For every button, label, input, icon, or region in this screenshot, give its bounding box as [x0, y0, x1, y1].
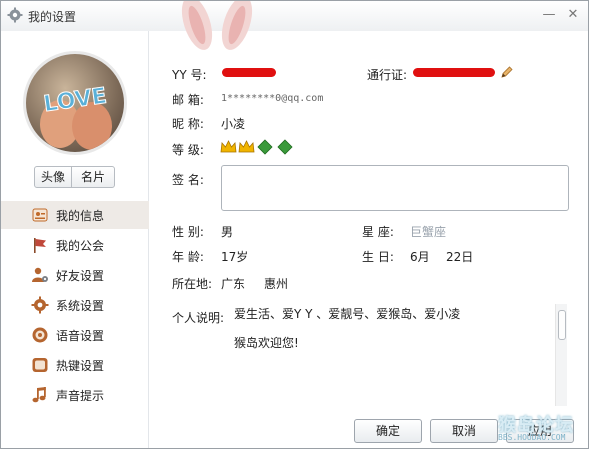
ok-button[interactable]: 确定 [354, 419, 422, 443]
gear-icon [7, 7, 23, 23]
birthday-day[interactable]: 22日 [446, 248, 473, 265]
gear-icon [31, 296, 49, 314]
id-card-icon [32, 208, 48, 222]
music-note-icon [32, 387, 46, 403]
constellation-value: 巨蟹座 [410, 225, 447, 239]
about-textarea[interactable]: 爱生活、爱Y Y 、爱靓号、爱猴岛、爱小凌 猴岛欢迎您! [230, 301, 555, 407]
location-label: 所在地: [172, 277, 213, 291]
sidebar-item-label: 好友设置 [56, 269, 105, 283]
sidebar-item-friend-settings[interactable]: 好友设置 [1, 261, 149, 289]
constellation-label: 星 座: [362, 225, 394, 239]
sidebar-item-voice-settings[interactable]: 语音设置 [1, 321, 149, 349]
gender-value[interactable]: 男 [221, 223, 233, 240]
title-bar: 我的设置 — ✕ [1, 1, 588, 50]
email-value: 1********0@qq.com [221, 93, 324, 104]
sidebar-item-sound-alerts[interactable]: 声音提示 [1, 381, 149, 409]
birthday-month[interactable]: 6月 [410, 248, 430, 265]
sidebar-item-hotkey-settings[interactable]: 热键设置 [1, 351, 149, 379]
nickname-label: 昵 称: [172, 117, 204, 131]
birthday-label: 生 日: [362, 250, 394, 264]
hotkey-icon [32, 358, 48, 372]
speaker-icon [32, 327, 48, 343]
scrollbar-thumb[interactable] [558, 310, 566, 340]
gender-label: 性 别: [172, 225, 204, 239]
sidebar-item-my-info[interactable]: 我的信息 [1, 201, 149, 229]
crown-icon [238, 140, 255, 153]
cancel-button[interactable]: 取消 [430, 419, 498, 443]
avatar[interactable]: LOVE [23, 51, 127, 155]
edit-pencil-icon[interactable] [500, 65, 514, 79]
email-label: 邮 箱: [172, 93, 204, 107]
settings-window: 我的设置 — ✕ LOVE 头像 名片 我的信息 我的公会 好友设置 系统设置 … [0, 0, 589, 449]
profile-panel: YY 号: 通行证: 邮 箱: 1********0@qq.com 昵 称: 小… [150, 31, 588, 448]
business-card-button[interactable]: 名片 [71, 166, 115, 188]
leaf-icon [277, 139, 293, 155]
sidebar-item-label: 声音提示 [56, 389, 105, 403]
age-label: 年 龄: [172, 250, 204, 264]
watermark-url: BBS.HOUDAO.COM [498, 433, 566, 442]
level-badges [220, 139, 293, 155]
leaf-icon [257, 139, 273, 155]
location-province[interactable]: 广东 [221, 275, 245, 292]
flag-icon [34, 238, 46, 253]
forum-watermark: 猴岛论坛 BBS.HOUDAO.COM [498, 411, 588, 447]
signature-input[interactable] [221, 165, 569, 211]
sidebar-item-my-guild[interactable]: 我的公会 [1, 231, 149, 259]
sidebar-item-system-settings[interactable]: 系统设置 [1, 291, 149, 319]
avatar-button[interactable]: 头像 [34, 166, 72, 188]
sidebar: LOVE 头像 名片 我的信息 我的公会 好友设置 系统设置 语音设置 热键设置… [1, 31, 149, 448]
passport-label: 通行证: [367, 68, 408, 82]
avatar-image: LOVE [40, 83, 112, 150]
sidebar-item-label: 热键设置 [56, 359, 105, 373]
sidebar-item-label: 我的公会 [56, 239, 105, 253]
about-line-2: 猴岛欢迎您! [234, 336, 299, 350]
nickname-value: 小凌 [221, 117, 246, 131]
sidebar-item-label: 我的信息 [56, 209, 105, 223]
level-label: 等 级: [172, 143, 204, 157]
sidebar-item-label: 系统设置 [56, 299, 105, 313]
yy-number-redacted [222, 68, 276, 77]
about-line-1: 爱生活、爱Y Y 、爱靓号、爱猴岛、爱小凌 [234, 307, 461, 321]
about-scrollbar[interactable] [555, 304, 567, 406]
friend-settings-icon [32, 267, 48, 282]
yy-number-label: YY 号: [172, 68, 207, 82]
close-button[interactable]: ✕ [565, 7, 581, 23]
passport-redacted [413, 68, 495, 77]
crown-icon [220, 140, 237, 153]
sidebar-item-label: 语音设置 [56, 329, 105, 343]
signature-label: 签 名: [172, 173, 204, 187]
about-label: 个人说明: [172, 311, 225, 325]
minimize-button[interactable]: — [541, 7, 557, 23]
age-value[interactable]: 17岁 [221, 248, 248, 265]
location-city[interactable]: 惠州 [264, 275, 288, 292]
window-title: 我的设置 [28, 10, 77, 24]
